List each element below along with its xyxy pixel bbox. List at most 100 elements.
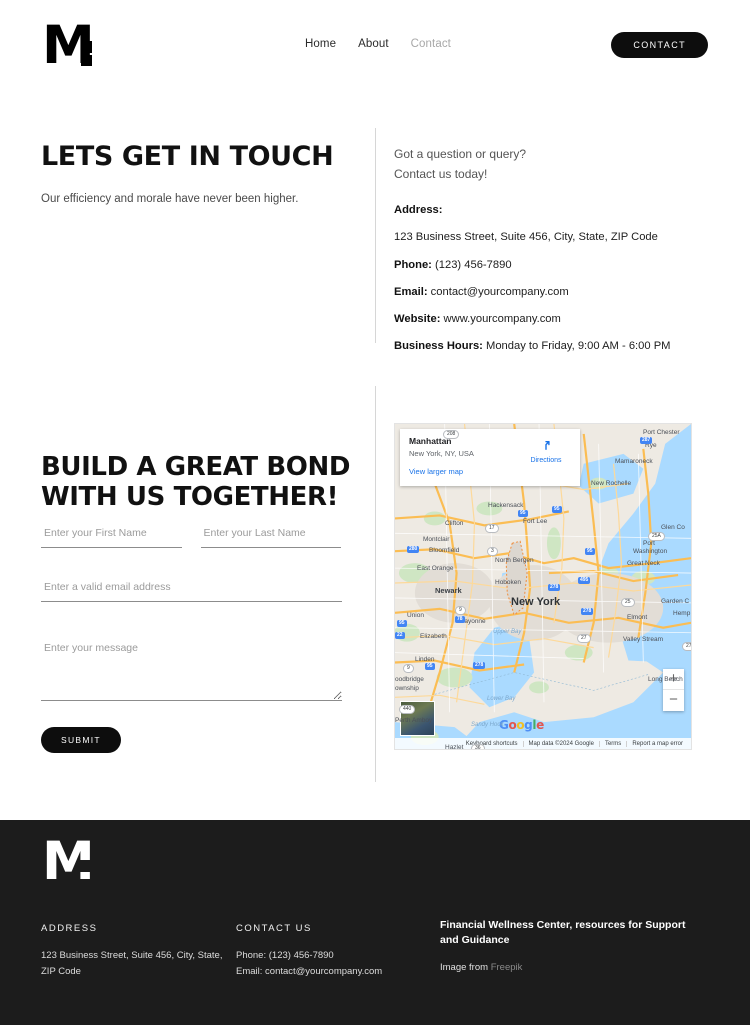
map-label: Washington — [633, 548, 668, 555]
map-label: Bloomfield — [429, 547, 460, 554]
footer-contact-body: Phone: (123) 456-7890 Email: contact@you… — [236, 948, 436, 980]
map-label: Glen Co — [661, 524, 685, 531]
map-route-marker: 208 — [443, 430, 460, 439]
contact-lead-line2: Contact us today! — [394, 166, 488, 181]
nav-item-about[interactable]: About — [358, 38, 389, 50]
map-highway-shield: 278 — [548, 584, 561, 591]
map-route-marker: 27 — [577, 634, 591, 643]
name-row — [41, 527, 341, 548]
info-row-address-value: 123 Business Street, Suite 456, City, St… — [394, 229, 704, 245]
map-route-marker: 9 — [455, 606, 466, 615]
map-label: New York — [511, 596, 561, 608]
nav-item-home[interactable]: Home — [305, 38, 336, 50]
footer-column-contact: CONTACT US Phone: (123) 456-7890 Email: … — [236, 923, 436, 980]
map-highway-shield: 95 — [585, 548, 595, 555]
map-label: Mamaroneck — [615, 458, 653, 465]
map-label: oodbridge — [395, 676, 424, 683]
map-highway-shield: 278 — [473, 662, 486, 669]
map-highway-shield: 287 — [640, 437, 653, 444]
map-highway-shield: 95 — [425, 663, 435, 670]
map-label: Linden — [415, 656, 435, 663]
map-label: Montclair — [423, 536, 450, 543]
info-row-phone: Phone: (123) 456-7890 — [394, 257, 704, 273]
map-highway-shield: 278 — [581, 608, 594, 615]
map-highway-shield: 95 — [552, 506, 562, 513]
map-label: New Rochelle — [591, 480, 632, 487]
page-title: LETS GET IN TOUCH — [41, 141, 334, 172]
footer-contact-heading: CONTACT US — [236, 923, 312, 934]
info-value: contact@yourcompany.com — [427, 285, 569, 298]
map-label: Hazlet — [445, 744, 464, 750]
map-highway-shield: 78 — [455, 616, 465, 623]
map-route-marker: 25 — [621, 598, 635, 607]
contact-page: M Home About Contact CONTACT LETS GET IN… — [0, 0, 750, 1025]
google-map-embed[interactable]: Manhattan New York, NY, USA View larger … — [394, 423, 692, 750]
map-label: Perth Amboy — [395, 717, 433, 724]
contact-form: SUBMIT — [41, 527, 342, 753]
site-logo[interactable]: M — [42, 19, 95, 72]
map-route-marker: 17 — [485, 524, 499, 533]
map-label: Fort Lee — [523, 518, 548, 525]
info-value: (123) 456-7890 — [431, 258, 512, 271]
footer-logo[interactable]: M — [42, 835, 95, 888]
map-highway-shield: 280 — [407, 546, 420, 553]
message-textarea[interactable] — [41, 635, 342, 701]
info-value: www.yourcompany.com — [440, 313, 561, 326]
footer-column-about: Financial Wellness Center, resources for… — [440, 918, 705, 973]
footer-credit-link[interactable]: Freepik — [491, 962, 523, 973]
form-heading: BUILD A GREAT BOND WITH US TOGETHER! — [41, 452, 361, 512]
info-label: Website: — [394, 313, 441, 326]
contact-lead: Got a question or query? Contact us toda… — [394, 145, 704, 184]
info-row-website: Website: www.yourcompany.com — [394, 311, 704, 327]
info-label: Phone: — [394, 258, 432, 271]
footer-credit-prefix: Image from — [440, 961, 491, 973]
info-label: Business Hours: — [394, 340, 483, 353]
map-label: Hackensack — [488, 502, 524, 509]
map-label: Port Chester — [643, 429, 680, 436]
map-highway-shield: 495 — [578, 577, 591, 584]
map-label: Port — [643, 540, 655, 547]
map-label: Clifton — [445, 520, 464, 527]
email-input[interactable] — [41, 581, 342, 602]
footer-logo-notch-shape — [80, 860, 92, 872]
footer-about-title: Financial Wellness Center, resources for… — [440, 919, 686, 946]
header-contact-button[interactable]: CONTACT — [611, 32, 708, 58]
nav-item-contact[interactable]: Contact — [411, 38, 451, 50]
footer-phone: Phone: (123) 456-7890 — [236, 950, 334, 961]
map-route-marker: 27 — [682, 642, 691, 651]
info-row-address-label: Address: — [394, 202, 704, 218]
info-row-hours: Business Hours: Monday to Friday, 9:00 A… — [394, 338, 704, 354]
footer-column-address: ADDRESS 123 Business Street, Suite 456, … — [41, 923, 231, 980]
intro-left-block: LETS GET IN TOUCH Our efficiency and mor… — [41, 141, 351, 209]
map-highway-shield: 95 — [518, 510, 528, 517]
footer-address-heading: ADDRESS — [41, 923, 98, 934]
map-route-marker: 440 — [399, 705, 416, 714]
submit-button[interactable]: SUBMIT — [41, 727, 121, 753]
map-label: Hoboken — [495, 579, 522, 586]
info-label: Email: — [394, 285, 428, 298]
first-name-input[interactable] — [41, 527, 182, 548]
map-label: Great Neck — [627, 560, 660, 567]
footer-image-credit: Image from Freepik — [440, 962, 705, 973]
contact-lead-line1: Got a question or query? — [394, 147, 527, 161]
vertical-divider-bottom — [375, 386, 376, 782]
vertical-divider-top — [375, 128, 376, 343]
contact-details-block: Got a question or query? Contact us toda… — [394, 145, 704, 355]
map-route-marker: 9 — [403, 664, 414, 673]
map-label: East Orange — [417, 565, 454, 572]
last-name-input[interactable] — [200, 527, 341, 548]
map-route-marker: 36 — [471, 744, 485, 749]
main-navigation: Home About Contact — [305, 38, 451, 50]
map-label-layer: New York Newark Hoboken North Bergen Bayonne… — [395, 424, 691, 749]
info-row-email: Email: contact@yourcompany.com — [394, 284, 704, 300]
map-label: Union — [407, 612, 424, 619]
contact-info-list: Address: 123 Business Street, Suite 456,… — [394, 202, 704, 354]
map-label: Hemp — [673, 610, 691, 617]
map-label: Newark — [435, 586, 462, 595]
logo-dot-shape — [81, 55, 92, 66]
map-route-marker: 3 — [487, 547, 498, 556]
form-heading-line2: WITH US TOGETHER! — [41, 482, 339, 513]
map-label: North Bergen — [495, 557, 534, 564]
map-label: Upper Bay — [493, 629, 522, 635]
info-value: 123 Business Street, Suite 456, City, St… — [394, 231, 658, 244]
